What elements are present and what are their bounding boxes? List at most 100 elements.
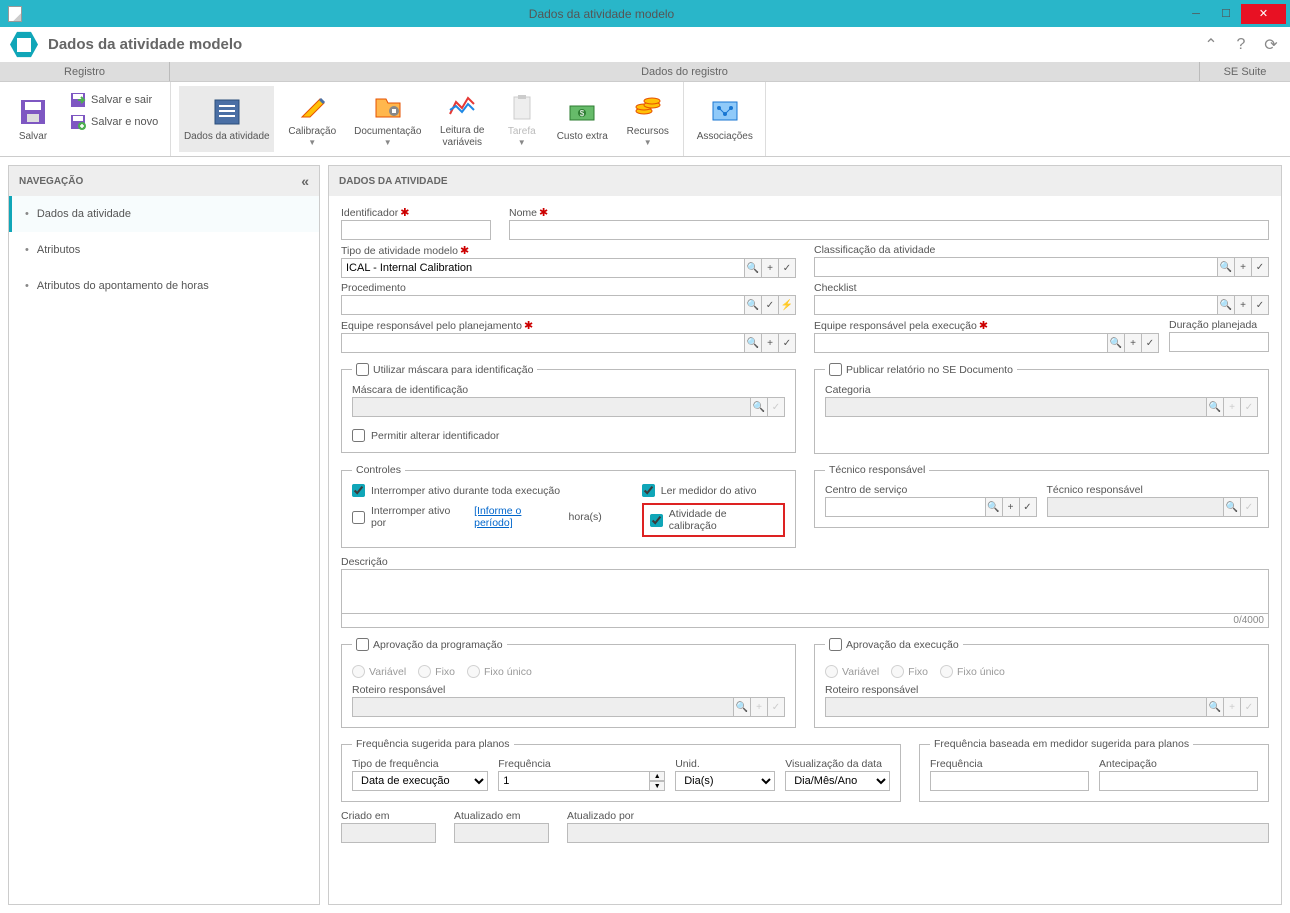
equipe-planejamento-input[interactable] (341, 333, 745, 353)
resources-button[interactable]: Recursos ▼ (620, 86, 675, 152)
variable-reading-button[interactable]: Leitura de variáveis (433, 86, 491, 152)
add-icon[interactable]: + (1234, 295, 1252, 315)
close-button[interactable]: ✕ (1241, 4, 1286, 24)
add-icon[interactable]: + (1124, 333, 1142, 353)
vis-data-select[interactable]: Dia/Mês/Ano (785, 771, 890, 791)
freq-sugerida-fieldset: Frequência sugerida para planos Tipo de … (341, 738, 901, 802)
collapse-icon[interactable]: « (301, 173, 309, 189)
frequencia-input[interactable] (498, 771, 650, 791)
clear-icon: ✓ (1240, 397, 1258, 417)
content-header: DADOS DA ATIVIDADE (329, 166, 1281, 196)
unid-select[interactable]: Dia(s) (675, 771, 775, 791)
interromper-toda-checkbox[interactable] (352, 484, 365, 497)
coins-icon (632, 91, 664, 123)
tecnico-input (1047, 497, 1225, 517)
calibration-button[interactable]: Calibração ▼ (282, 86, 342, 152)
add-icon[interactable]: + (761, 333, 779, 353)
tab-dados-registro[interactable]: Dados do registro (170, 62, 1200, 81)
extra-cost-button[interactable]: $ Custo extra (552, 86, 612, 152)
add-icon: + (1223, 697, 1241, 717)
centro-servico-input[interactable] (825, 497, 986, 517)
minimize-button[interactable]: ─ (1181, 4, 1211, 24)
clear-icon[interactable]: ✓ (1251, 295, 1269, 315)
nome-input[interactable] (509, 220, 1269, 240)
aprov-exec-fieldset: Aprovação da execução Variável Fixo Fixo… (814, 638, 1269, 728)
clear-icon[interactable]: ✓ (1141, 333, 1159, 353)
spin-up[interactable]: ▲ (649, 771, 665, 781)
save-new-button[interactable]: Salvar e novo (66, 112, 162, 132)
refresh-icon[interactable]: ⟳ (1262, 36, 1280, 54)
categoria-input (825, 397, 1207, 417)
documentation-button[interactable]: Documentação ▼ (350, 86, 425, 152)
search-icon[interactable]: 🔍 (1107, 333, 1125, 353)
search-icon[interactable]: 🔍 (744, 295, 762, 315)
mascara-checkbox[interactable] (356, 363, 369, 376)
aprov-prog-checkbox[interactable] (356, 638, 369, 651)
checklist-input[interactable] (814, 295, 1218, 315)
help-icon[interactable]: ? (1232, 36, 1250, 54)
task-button[interactable]: Tarefa ▼ (499, 86, 544, 152)
freq-medidor-input[interactable] (930, 771, 1089, 791)
search-icon[interactable]: 🔍 (985, 497, 1003, 517)
clear-icon[interactable]: ✓ (778, 333, 796, 353)
search-icon[interactable]: 🔍 (744, 258, 762, 278)
clear-icon: ✓ (1240, 697, 1258, 717)
classificacao-input[interactable] (814, 257, 1218, 277)
tipo-freq-select[interactable]: Data de execução (352, 771, 488, 791)
search-icon[interactable]: 🔍 (744, 333, 762, 353)
add-icon[interactable]: + (1002, 497, 1020, 517)
atividade-calibracao-checkbox[interactable] (650, 514, 663, 527)
antecipacao-input[interactable] (1099, 771, 1258, 791)
identificador-input[interactable] (341, 220, 491, 240)
search-icon: 🔍 (1206, 697, 1224, 717)
search-icon[interactable]: 🔍 (1217, 257, 1235, 277)
nav-item-horas[interactable]: Atributos do apontamento de horas (9, 268, 319, 304)
flash-icon: ⚡ (778, 295, 796, 315)
add-icon[interactable]: + (761, 258, 779, 278)
calibration-highlight: Atividade de calibração (642, 503, 785, 537)
save-new-icon (70, 114, 86, 130)
clear-icon[interactable]: ✓ (1019, 497, 1037, 517)
search-icon: 🔍 (733, 697, 751, 717)
link-icon (709, 96, 741, 128)
save-button[interactable]: Salvar (8, 86, 58, 152)
duracao-input[interactable] (1169, 332, 1269, 352)
tab-sesuite[interactable]: SE Suite (1200, 62, 1290, 81)
clear-icon: ✓ (1240, 497, 1258, 517)
interromper-por-checkbox[interactable] (352, 511, 365, 524)
save-exit-icon (70, 92, 86, 108)
save-exit-button[interactable]: Salvar e sair (66, 90, 162, 110)
ler-medidor-checkbox[interactable] (642, 484, 655, 497)
publicar-checkbox[interactable] (829, 363, 842, 376)
spin-down[interactable]: ▼ (649, 781, 665, 791)
search-icon: 🔍 (1206, 397, 1224, 417)
search-icon[interactable]: 🔍 (1217, 295, 1235, 315)
permitir-alterar-checkbox[interactable] (352, 429, 365, 442)
criado-em-input (341, 823, 436, 843)
tipo-atividade-input[interactable] (341, 258, 745, 278)
freq-medidor-fieldset: Frequência baseada em medidor sugerida p… (919, 738, 1269, 802)
aprov-exec-checkbox[interactable] (829, 638, 842, 651)
tab-registro[interactable]: Registro (0, 62, 170, 81)
clear-icon[interactable]: ✓ (1251, 257, 1269, 277)
fixo-radio (891, 665, 904, 678)
equipe-execucao-input[interactable] (814, 333, 1108, 353)
clear-icon[interactable]: ✓ (761, 295, 779, 315)
associations-button[interactable]: Associações (692, 86, 757, 152)
add-icon[interactable]: + (1234, 257, 1252, 277)
clear-icon[interactable]: ✓ (778, 258, 796, 278)
descricao-textarea[interactable] (341, 569, 1269, 614)
activity-data-button[interactable]: Dados da atividade (179, 86, 274, 152)
money-icon: $ (566, 96, 598, 128)
navigation-panel: NAVEGAÇÃO « Dados da atividade Atributos… (8, 165, 320, 905)
title-bar: Dados da atividade modelo ─ ☐ ✕ (0, 0, 1290, 27)
periodo-link[interactable]: [Informe o período] (474, 505, 562, 529)
expand-icon[interactable]: ⌃ (1202, 36, 1220, 54)
maximize-button[interactable]: ☐ (1211, 4, 1241, 24)
atualizado-por-input (567, 823, 1269, 843)
chevron-down-icon: ▼ (308, 138, 316, 147)
nav-item-dados[interactable]: Dados da atividade (9, 196, 319, 232)
nav-item-atributos[interactable]: Atributos (9, 232, 319, 268)
window-title: Dados da atividade modelo (22, 7, 1181, 21)
procedimento-input[interactable] (341, 295, 745, 315)
